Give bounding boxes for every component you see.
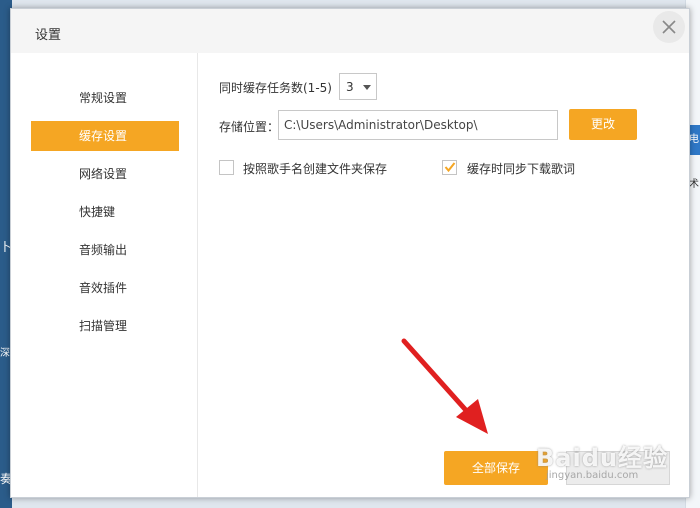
task-count-select[interactable]: 3	[339, 73, 377, 100]
sync-lyrics-label: 缓存时同步下载歌词	[467, 162, 576, 176]
dialog-title: 设置	[35, 28, 62, 43]
folder-by-singer-label: 按照歌手名创建文件夹保存	[243, 162, 388, 176]
checkmark-icon	[444, 162, 456, 173]
sidebar-item-shortcuts[interactable]: 快捷键	[31, 197, 179, 227]
annotation-arrow-icon	[401, 338, 488, 434]
settings-sidebar: 常规设置 缓存设置 网络设置 快捷键 音频输出 音效插件 扫描管理	[11, 53, 198, 497]
background-right-text: 术	[689, 179, 699, 190]
storage-path-input[interactable]	[278, 110, 558, 140]
close-icon	[662, 20, 676, 34]
sidebar-item-general[interactable]: 常规设置	[31, 83, 179, 113]
sidebar-item-audio-output[interactable]: 音频输出	[31, 235, 179, 265]
storage-location-label: 存储位置：	[219, 120, 280, 134]
task-count-label: 同时缓存任务数(1-5)	[219, 81, 332, 95]
change-path-button[interactable]: 更改	[569, 109, 637, 140]
watermark-logo: Baidu经验	[536, 444, 668, 472]
sidebar-item-cache[interactable]: 缓存设置	[31, 121, 179, 151]
watermark-url: jingyan.baidu.com	[546, 470, 639, 481]
task-count-value: 3	[346, 80, 354, 94]
folder-by-singer-checkbox[interactable]	[219, 160, 234, 175]
dialog-header: 设置	[11, 9, 689, 53]
save-all-button[interactable]: 全部保存	[444, 451, 548, 485]
close-button[interactable]	[653, 11, 685, 43]
chevron-down-icon	[363, 85, 371, 90]
settings-dialog: 设置 常规设置 缓存设置 网络设置 快捷键 音频输出 音效插件 扫描管理 同时缓…	[10, 8, 690, 498]
sync-lyrics-checkbox[interactable]	[442, 160, 457, 175]
background-left-text-2: 深	[0, 348, 10, 359]
sidebar-item-effects-plugins[interactable]: 音效插件	[31, 273, 179, 303]
sidebar-item-network[interactable]: 网络设置	[31, 159, 179, 189]
sidebar-item-scan-management[interactable]: 扫描管理	[31, 311, 179, 341]
